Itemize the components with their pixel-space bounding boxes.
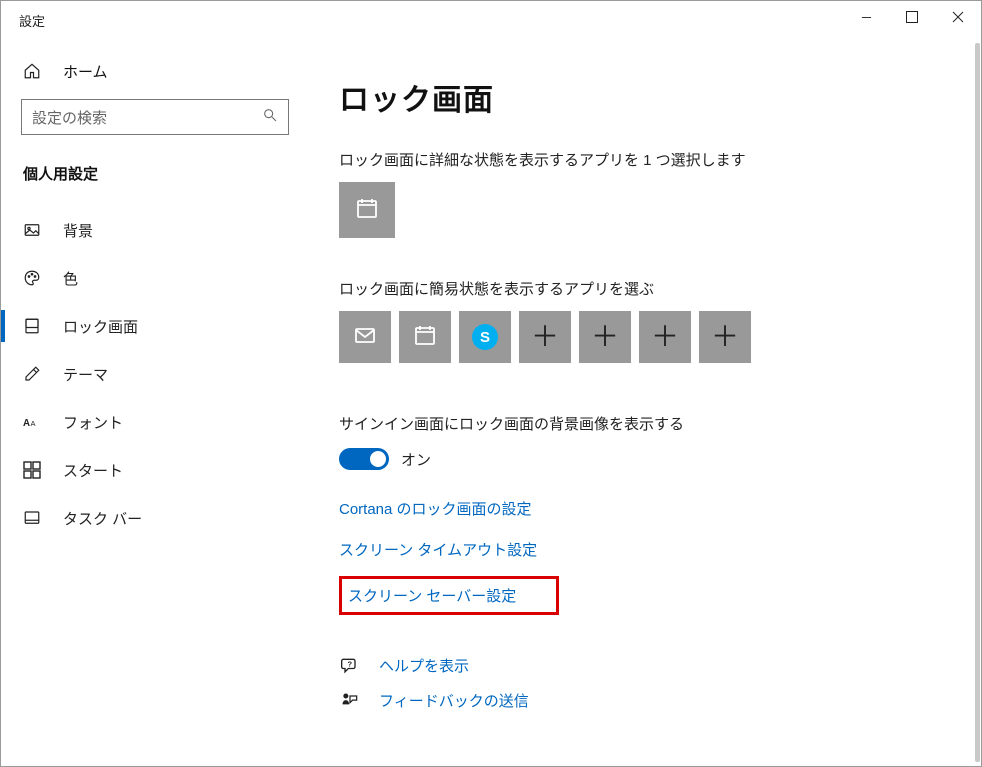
link-help[interactable]: ヘルプを表示: [379, 655, 469, 676]
settings-window: 設定 ホーム: [0, 0, 982, 767]
quick-status-add-slot[interactable]: ＋: [579, 311, 631, 363]
plus-icon: ＋: [531, 323, 559, 351]
sidebar-item-lock-screen[interactable]: ロック画面: [1, 302, 309, 350]
mail-icon: [353, 323, 377, 352]
theme-icon: [23, 365, 41, 383]
feedback-icon: [339, 691, 361, 711]
help-icon: ?: [339, 656, 361, 676]
body: ホーム 設定の検索 個人用設定: [1, 39, 981, 766]
vertical-scrollbar[interactable]: [975, 43, 980, 762]
sidebar-item-taskbar[interactable]: タスク バー: [1, 494, 309, 542]
title-bar: 設定: [1, 1, 981, 39]
content-pane: ロック画面 ロック画面に詳細な状態を表示するアプリを 1 つ選択します: [309, 39, 981, 766]
link-feedback[interactable]: フィードバックの送信: [379, 690, 529, 711]
detail-status-app-tile[interactable]: [339, 182, 395, 238]
quick-status-tile-row: S ＋ ＋ ＋ ＋: [339, 311, 951, 363]
svg-text:?: ?: [348, 659, 353, 668]
feedback-row: フィードバックの送信: [339, 690, 951, 711]
sidebar-item-label: 色: [63, 268, 78, 289]
toggle-knob: [370, 451, 386, 467]
quick-status-heading: ロック画面に簡易状態を表示するアプリを選ぶ: [339, 278, 951, 299]
help-row: ? ヘルプを表示: [339, 655, 951, 676]
sidebar-item-label: スタート: [63, 460, 123, 481]
home-button[interactable]: ホーム: [1, 47, 309, 95]
close-icon: [952, 11, 964, 23]
search-input[interactable]: 設定の検索: [21, 99, 289, 135]
section-title: 個人用設定: [1, 153, 309, 206]
sidebar: ホーム 設定の検索 個人用設定: [1, 39, 309, 766]
search-placeholder: 設定の検索: [32, 107, 262, 128]
window-title: 設定: [19, 11, 45, 30]
skype-icon: S: [472, 324, 498, 350]
svg-text:A: A: [23, 418, 30, 429]
quick-status-tile-calendar[interactable]: [399, 311, 451, 363]
page-title: ロック画面: [339, 75, 951, 119]
plus-icon: ＋: [711, 323, 739, 351]
sidebar-item-fonts[interactable]: A A フォント: [1, 398, 309, 446]
detail-status-tile-row: [339, 182, 951, 238]
calendar-icon: [355, 196, 379, 225]
sidebar-item-start[interactable]: スタート: [1, 446, 309, 494]
search-icon: [262, 107, 278, 128]
maximize-icon: [906, 11, 918, 23]
taskbar-icon: [23, 509, 41, 527]
sidebar-item-background[interactable]: 背景: [1, 206, 309, 254]
detail-status-heading: ロック画面に詳細な状態を表示するアプリを 1 つ選択します: [339, 149, 951, 170]
show-background-toggle[interactable]: [339, 448, 389, 470]
quick-status-add-slot[interactable]: ＋: [519, 311, 571, 363]
sidebar-item-label: ロック画面: [63, 316, 138, 337]
sidebar-item-label: テーマ: [63, 364, 108, 385]
lock-screen-icon: [23, 317, 41, 335]
palette-icon: [23, 269, 41, 287]
toggle-state-text: オン: [401, 449, 431, 470]
home-label: ホーム: [63, 61, 108, 82]
sidebar-item-colors[interactable]: 色: [1, 254, 309, 302]
calendar-icon: [413, 323, 437, 352]
close-button[interactable]: [935, 1, 981, 33]
start-icon: [23, 461, 41, 479]
sidebar-item-label: フォント: [63, 412, 123, 433]
plus-icon: ＋: [651, 323, 679, 351]
plus-icon: ＋: [591, 323, 619, 351]
link-screen-timeout[interactable]: スクリーン タイムアウト設定: [339, 539, 537, 560]
sidebar-item-label: 背景: [63, 220, 93, 241]
sidebar-item-label: タスク バー: [63, 508, 142, 529]
search-wrap: 設定の検索: [21, 99, 289, 135]
toggle-label: サインイン画面にロック画面の背景画像を表示する: [339, 413, 951, 434]
quick-status-add-slot[interactable]: ＋: [699, 311, 751, 363]
toggle-row: オン: [339, 448, 951, 470]
window-buttons: [843, 1, 981, 33]
home-icon: [23, 62, 41, 80]
quick-status-tile-skype[interactable]: S: [459, 311, 511, 363]
maximize-button[interactable]: [889, 1, 935, 33]
font-icon: A A: [23, 413, 41, 431]
link-cortana-lock[interactable]: Cortana のロック画面の設定: [339, 498, 532, 519]
svg-text:A: A: [31, 419, 36, 428]
link-screensaver[interactable]: スクリーン セーバー設定: [348, 585, 516, 606]
screensaver-highlight: スクリーン セーバー設定: [339, 576, 559, 615]
minimize-button[interactable]: [843, 1, 889, 33]
sidebar-item-themes[interactable]: テーマ: [1, 350, 309, 398]
minimize-icon: [861, 12, 872, 23]
image-icon: [23, 221, 41, 239]
quick-status-tile-mail[interactable]: [339, 311, 391, 363]
quick-status-add-slot[interactable]: ＋: [639, 311, 691, 363]
